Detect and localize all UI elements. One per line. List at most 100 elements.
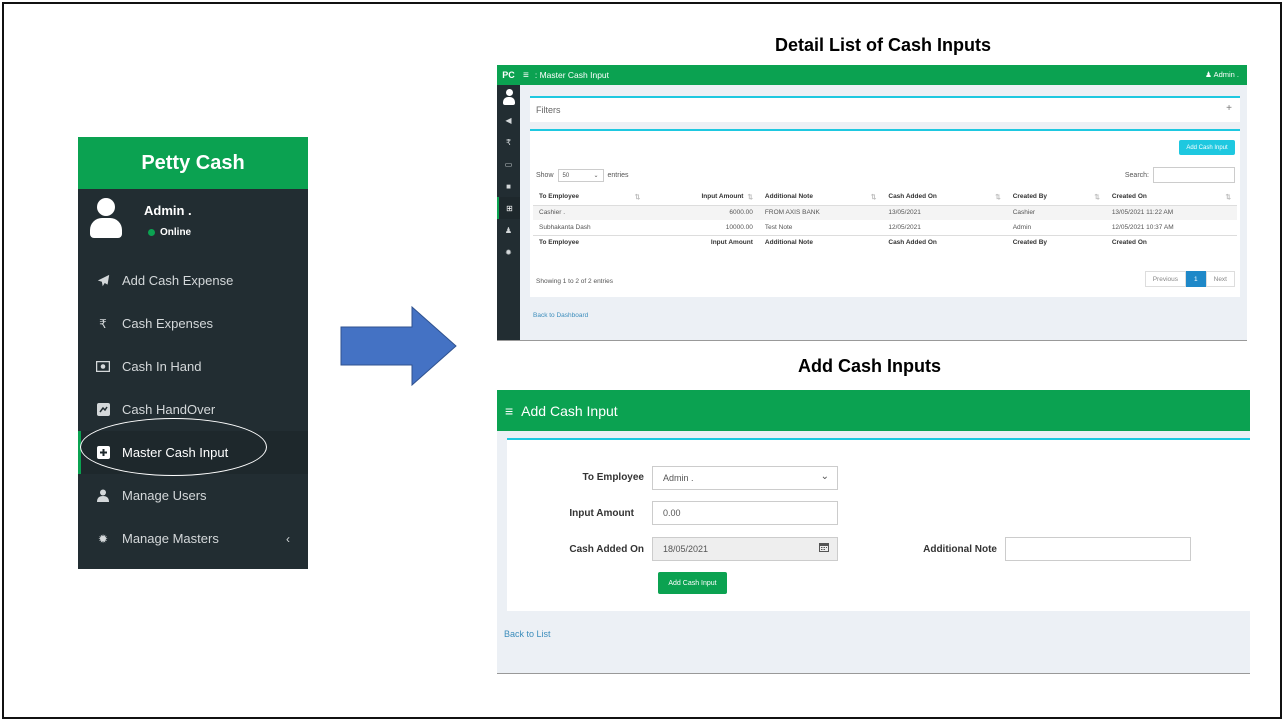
add-cash-input-submit-button[interactable]: Add Cash Input <box>658 572 727 594</box>
input-amount-value: 0.00 <box>663 508 681 518</box>
user-name: Admin . <box>144 203 192 218</box>
cell-created-by: Admin <box>1012 223 1032 231</box>
column-footer: To Employee <box>533 234 647 250</box>
pagination: Previous 1 Next <box>1144 271 1235 287</box>
cell-cash-added-on: 13/05/2021 <box>888 209 921 217</box>
calendar-icon[interactable] <box>819 542 829 555</box>
column-header[interactable]: Created On ⇅ <box>1105 190 1237 206</box>
cash-input-list-screen: PC ≡ : Master Cash Input ♟ Admin . ◀ ₹ ▭… <box>497 65 1247 341</box>
column-header[interactable]: To Employee ⇅ <box>533 190 647 206</box>
user-panel: Admin . Online <box>78 189 308 259</box>
table-row[interactable]: Subhakanta Dash 10000.00 Test Note 12/05… <box>533 220 1237 235</box>
sort-icon: ⇅ <box>747 194 753 202</box>
column-header[interactable]: Created By ⇅ <box>1006 190 1106 206</box>
expand-icon[interactable]: + <box>1226 103 1232 114</box>
list-panel: Add Cash Input Show 50 ⌄ entries Search: … <box>530 129 1240 297</box>
gear-icon[interactable]: ✹ <box>497 241 520 263</box>
table-info: Showing 1 to 2 of 2 entries <box>536 278 613 285</box>
plus-square-icon <box>96 446 110 459</box>
cell-created-on: 13/05/2021 11:22 AM <box>1111 209 1174 217</box>
cell-additional-note: FROM AXIS BANK <box>764 209 820 217</box>
hamburger-menu-icon[interactable]: ≡ <box>523 70 529 81</box>
input-amount-label: Input Amount <box>569 508 634 519</box>
gear-icon: ✹ <box>97 531 109 546</box>
back-to-list-link[interactable]: Back to List <box>504 629 551 639</box>
back-to-dashboard-link[interactable]: Back to Dashboard <box>533 312 588 319</box>
plus-square-icon[interactable]: ⊞ <box>497 197 520 219</box>
user-menu[interactable]: ♟ Admin . <box>1205 70 1239 79</box>
user-status: Online <box>148 227 191 238</box>
detail-list-title: Detail List of Cash Inputs <box>775 35 992 55</box>
show-label: Show <box>536 172 554 179</box>
page-1-button[interactable]: 1 <box>1186 271 1206 287</box>
sort-icon: ⇅ <box>1094 194 1100 202</box>
table-header-row: To Employee ⇅ Input Amount ⇅ Additional No… <box>533 190 1237 206</box>
column-header[interactable]: Additional Note ⇅ <box>758 190 883 206</box>
column-header[interactable]: Input Amount ⇅ <box>646 190 759 206</box>
search-input[interactable] <box>1153 167 1235 183</box>
paper-plane-icon[interactable]: ◀ <box>497 109 520 131</box>
chevron-down-icon: ⌄ <box>820 471 829 482</box>
additional-note-label: Additional Note <box>923 544 997 555</box>
sidebar-item-cash-handover[interactable]: Cash HandOver <box>78 388 308 431</box>
avatar <box>497 85 520 109</box>
add-cash-input-form: To Employee Admin . ⌄ Input Amount 0.00 … <box>507 438 1250 611</box>
money-icon <box>96 361 110 372</box>
filters-label: Filters <box>536 105 561 115</box>
chevron-down-icon: ⌄ <box>593 173 599 179</box>
previous-page-button[interactable]: Previous <box>1144 271 1186 287</box>
to-employee-value: Admin . <box>663 473 694 483</box>
sidebar-item-cash-in-hand[interactable]: Cash In Hand <box>78 345 308 388</box>
sidebar-item-label: Cash Expenses <box>122 316 214 331</box>
cash-added-on-field[interactable]: 18/05/2021 <box>652 537 838 561</box>
column-footer: Input Amount <box>646 234 759 250</box>
sidebar-item-manage-users[interactable]: Manage Users <box>78 474 308 517</box>
column-header[interactable]: Cash Added On ⇅ <box>882 190 1007 206</box>
search-control: Search: <box>1125 167 1235 183</box>
handover-icon[interactable]: ■ <box>497 175 520 197</box>
collapsed-sidebar: ◀ ₹ ▭ ■ ⊞ ♟ ✹ <box>497 85 520 340</box>
sidebar-item-manage-masters[interactable]: ✹ Manage Masters ‹ <box>78 517 308 560</box>
column-footer: Created By <box>1006 234 1106 250</box>
column-footer: Cash Added On <box>882 234 1007 250</box>
column-footer: Created On <box>1105 234 1237 250</box>
add-cash-input-button[interactable]: Add Cash Input <box>1179 140 1235 155</box>
brand-title: Petty Cash <box>78 137 308 189</box>
sidebar: Petty Cash Admin . Online Add Cash Expen… <box>78 137 308 569</box>
cell-input-amount: 6000.00 <box>729 209 753 217</box>
cell-to-employee: Subhakanta Dash <box>539 223 591 231</box>
filters-panel[interactable]: Filters + <box>530 96 1240 122</box>
table-row[interactable]: Cashier . 6000.00 FROM AXIS BANK 13/05/2… <box>533 205 1237 220</box>
page-length-control: Show 50 ⌄ entries <box>536 169 629 182</box>
user-icon: ♟ <box>1205 70 1214 79</box>
sidebar-item-add-cash-expense[interactable]: Add Cash Expense <box>78 259 308 302</box>
rupee-icon[interactable]: ₹ <box>497 131 520 153</box>
user-icon[interactable]: ♟ <box>497 219 520 241</box>
user-avatar-icon <box>502 89 515 105</box>
top-bar: ≡ Add Cash Input <box>497 390 1250 431</box>
page-title: : Master Cash Input <box>534 70 610 80</box>
brand-short: PC <box>502 70 515 80</box>
cell-to-employee: Cashier . <box>539 209 566 217</box>
sidebar-item-label: Cash In Hand <box>122 359 202 374</box>
entries-label: entries <box>607 172 629 179</box>
additional-note-field[interactable] <box>1005 537 1191 561</box>
cash-added-on-value: 18/05/2021 <box>663 544 709 554</box>
next-page-button[interactable]: Next <box>1205 271 1235 287</box>
sidebar-item-master-cash-input[interactable]: Master Cash Input <box>78 431 308 474</box>
search-label: Search: <box>1124 171 1149 179</box>
sidebar-item-cash-expenses[interactable]: ₹ Cash Expenses <box>78 302 308 345</box>
page-length-value: 50 <box>562 172 570 179</box>
cell-input-amount: 10000.00 <box>725 223 753 231</box>
page-length-select[interactable]: 50 ⌄ <box>557 169 604 182</box>
sort-icon: ⇅ <box>1225 194 1231 202</box>
to-employee-select[interactable]: Admin . ⌄ <box>652 466 838 490</box>
page-title: Add Cash Input <box>521 402 618 419</box>
input-amount-field[interactable]: 0.00 <box>652 501 838 525</box>
top-bar: PC ≡ : Master Cash Input ♟ Admin . <box>497 65 1247 85</box>
right-arrow-icon <box>340 306 457 386</box>
sidebar-item-label: Manage Masters <box>122 531 219 546</box>
hamburger-menu-icon[interactable]: ≡ <box>505 403 513 419</box>
money-icon[interactable]: ▭ <box>497 153 520 175</box>
column-footer: Additional Note <box>758 234 883 250</box>
